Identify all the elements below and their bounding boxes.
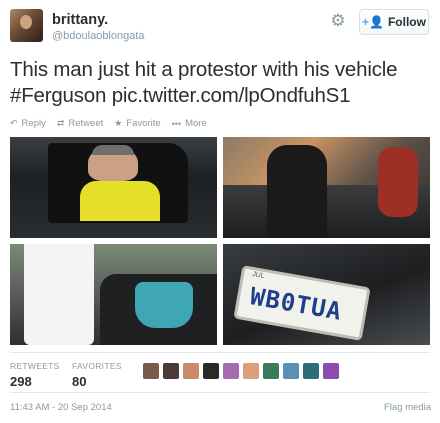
reply-label: Reply [21, 118, 46, 129]
favorites-label: FAVORITES [72, 361, 122, 371]
retweet-label: Retweet [68, 118, 104, 129]
tweet-text: This man just hit a protestor with his v… [10, 57, 435, 109]
favorite-action[interactable]: ★ Favorite [114, 118, 160, 129]
stats-divider-bottom [10, 392, 430, 393]
follow-button[interactable]: +👤 Follow [359, 9, 429, 35]
favoriter-avatar[interactable] [143, 363, 159, 379]
add-person-icon: +👤 [362, 15, 384, 29]
author-display-name[interactable]: brittany. [52, 12, 108, 28]
photo-protestors[interactable] [10, 244, 217, 345]
retweets-label: RETWEETS [10, 361, 60, 371]
favoriter-avatar[interactable] [263, 363, 279, 379]
retweets-count: 298 [10, 374, 32, 389]
favoriter-avatars [143, 363, 339, 379]
plate-month: JUL [251, 270, 266, 281]
person-white-shirt [24, 244, 94, 345]
favoriter-avatar[interactable] [323, 363, 339, 379]
ellipsis-icon: ••• [171, 118, 182, 129]
favoriter-avatar[interactable] [283, 363, 299, 379]
author-avatar[interactable] [10, 9, 43, 42]
gear-icon[interactable]: ⚙ [329, 12, 347, 30]
person-black-shirt [267, 145, 327, 238]
author-handle[interactable]: @bdoulaoblongata [52, 30, 145, 42]
tweet-text-line-2[interactable]: #Ferguson pic.twitter.com/lpOndfuhS1 [10, 83, 435, 109]
retweet-icon: ⇄ [56, 118, 65, 128]
star-icon: ★ [114, 118, 123, 128]
tweet-actions: ↶ Reply ⇄ Retweet ★ Favorite ••• More [10, 118, 207, 129]
favorites-count: 80 [72, 374, 87, 389]
favorites-stat[interactable]: FAVORITES 80 [72, 361, 122, 389]
yellow-shirt [80, 181, 160, 221]
favoriter-avatar[interactable] [203, 363, 219, 379]
more-action[interactable]: ••• More [172, 118, 207, 129]
stats-divider-top [10, 352, 430, 353]
teal-bag [135, 282, 193, 328]
driver-hair [92, 145, 134, 155]
photo-license-plate[interactable]: JUL WB0TUA [223, 244, 430, 345]
license-plate: JUL WB0TUA [233, 265, 371, 341]
plate-number: WB0TUA [248, 282, 345, 326]
favoriter-avatar[interactable] [303, 363, 319, 379]
favoriter-avatar[interactable] [223, 363, 239, 379]
reply-action[interactable]: ↶ Reply [10, 118, 46, 129]
retweet-action[interactable]: ⇄ Retweet [57, 118, 103, 129]
favoriter-avatar[interactable] [243, 363, 259, 379]
favorite-label: Favorite [126, 118, 161, 129]
favoriter-avatar[interactable] [183, 363, 199, 379]
follow-button-label: Follow [387, 15, 426, 29]
retweets-stat[interactable]: RETWEETS 298 [10, 361, 60, 389]
more-label: More [185, 118, 207, 129]
photo-grid: JUL WB0TUA [10, 137, 430, 345]
photo-crowd-at-car[interactable] [223, 137, 430, 238]
tweet-timestamp[interactable]: 11:43 AM - 20 Sep 2014 [10, 402, 112, 413]
person-red-shirt [378, 147, 418, 217]
flag-media-link[interactable]: Flag media [384, 402, 431, 413]
tweet-text-line-1: This man just hit a protestor with his v… [10, 58, 398, 81]
favoriter-avatar[interactable] [163, 363, 179, 379]
photo-driver[interactable] [10, 137, 217, 238]
reply-icon: ↶ [10, 118, 18, 128]
